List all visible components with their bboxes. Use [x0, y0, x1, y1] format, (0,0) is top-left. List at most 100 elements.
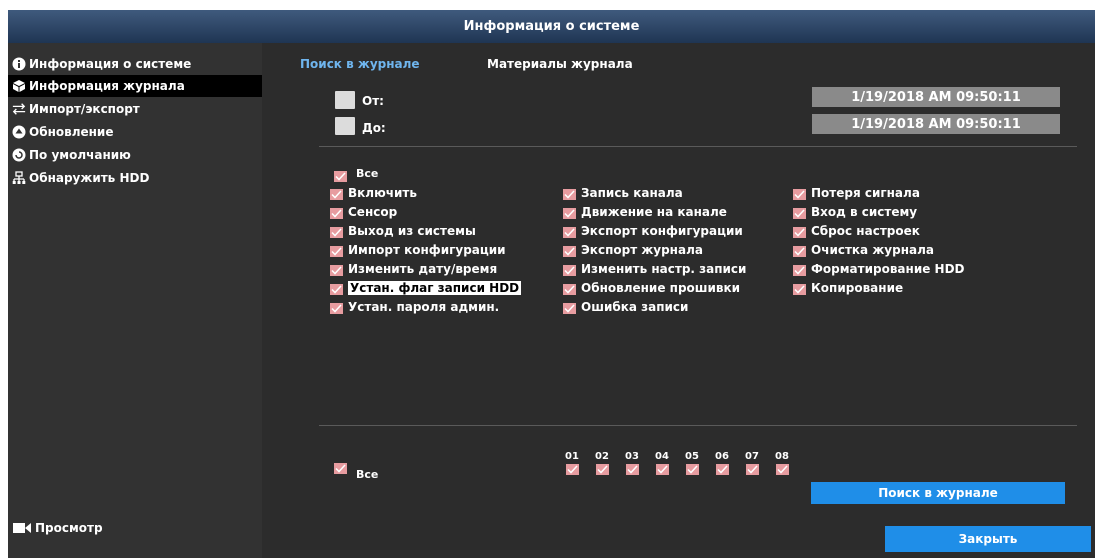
upload-icon: [12, 125, 26, 139]
sidebar-item-label: Обнаружить HDD: [29, 171, 150, 185]
info-icon: [12, 57, 26, 71]
event-checkbox-c3-4[interactable]: [793, 265, 806, 276]
channel-checkbox[interactable]: [716, 464, 729, 475]
event-checkbox-c1-5[interactable]: [330, 284, 343, 295]
from-label: От:: [362, 94, 384, 108]
check-icon: [564, 266, 575, 275]
channel-number: 07: [745, 451, 759, 462]
check-icon: [331, 304, 342, 313]
channel-checkbox[interactable]: [596, 464, 609, 475]
event-checkbox-c3-0[interactable]: [793, 189, 806, 200]
sidebar-item-log-info[interactable]: Информация журнала: [8, 75, 262, 97]
check-icon: [564, 285, 575, 294]
log-search-button[interactable]: Поиск в журнале: [811, 482, 1065, 504]
check-icon: [564, 209, 575, 218]
sidebar-item-import-export[interactable]: Импорт/экспорт: [8, 98, 262, 120]
event-label-c1-6: Устан. пароля админ.: [348, 300, 500, 314]
event-label-c1-5: Устан. флаг записи HDD: [348, 281, 522, 295]
check-icon: [794, 285, 805, 294]
sidebar-item-detect-hdd[interactable]: Обнаружить HDD: [8, 167, 262, 189]
event-checkbox-c3-3[interactable]: [793, 246, 806, 257]
channel-number: 08: [775, 451, 789, 462]
check-icon: [747, 465, 758, 474]
channel-checkbox[interactable]: [566, 464, 579, 475]
check-icon: [331, 266, 342, 275]
check-icon: [331, 209, 342, 218]
to-datetime-field[interactable]: 1/19/2018 AM 09:50:11: [812, 114, 1060, 134]
tab-log-materials[interactable]: Материалы журнала: [487, 57, 633, 71]
event-checkbox-c2-2[interactable]: [563, 227, 576, 238]
event-label-c2-1: Движение на канале: [581, 205, 727, 219]
check-icon: [567, 465, 578, 474]
event-label-c1-1: Сенсор: [348, 205, 398, 219]
event-label-c1-0: Включить: [348, 186, 417, 200]
to-checkbox[interactable]: [335, 117, 355, 135]
channel-number: 01: [565, 451, 579, 462]
reset-icon: [12, 148, 26, 162]
check-icon: [777, 465, 788, 474]
event-checkbox-c1-4[interactable]: [330, 265, 343, 276]
event-checkbox-c1-0[interactable]: [330, 189, 343, 200]
from-checkbox[interactable]: [335, 91, 355, 109]
import-export-arrows-icon: [12, 102, 26, 116]
sidebar-item-default[interactable]: По умолчанию: [8, 144, 262, 166]
event-checkbox-c1-6[interactable]: [330, 303, 343, 314]
check-icon: [657, 465, 668, 474]
check-icon: [794, 209, 805, 218]
check-icon: [331, 190, 342, 199]
event-label-c2-5: Обновление прошивки: [581, 281, 741, 295]
check-icon: [335, 464, 346, 473]
event-checkbox-c3-1[interactable]: [793, 208, 806, 219]
close-button[interactable]: Закрыть: [885, 526, 1091, 552]
preview-label: Просмотр: [35, 521, 103, 535]
event-label-c3-3: Очистка журнала: [811, 243, 934, 257]
to-label: До:: [362, 121, 386, 135]
sidebar-item-label: По умолчанию: [29, 148, 131, 162]
event-label-c2-6: Ошибка записи: [581, 300, 689, 314]
event-all-checkbox[interactable]: [334, 171, 347, 182]
check-icon: [564, 304, 575, 313]
channel-checkbox[interactable]: [626, 464, 639, 475]
event-label-c3-4: Форматирование HDD: [811, 262, 965, 276]
check-icon: [335, 172, 346, 181]
channel-all-checkbox[interactable]: [334, 463, 347, 474]
event-label-c2-3: Экспорт журнала: [581, 243, 703, 257]
event-checkbox-c3-2[interactable]: [793, 227, 806, 238]
event-checkbox-c2-4[interactable]: [563, 265, 576, 276]
preview-button[interactable]: Просмотр: [8, 517, 262, 539]
event-checkbox-c2-6[interactable]: [563, 303, 576, 314]
network-hdd-icon: [12, 171, 26, 185]
channel-checkbox[interactable]: [656, 464, 669, 475]
main-panel: Поиск в журнале Материалы журнала От: До…: [262, 43, 1095, 558]
check-icon: [794, 228, 805, 237]
tab-log-search[interactable]: Поиск в журнале: [300, 57, 420, 71]
check-icon: [564, 247, 575, 256]
event-all-label: Все: [356, 167, 379, 180]
event-checkbox-c3-5[interactable]: [793, 284, 806, 295]
event-checkbox-c2-3[interactable]: [563, 246, 576, 257]
from-datetime-field[interactable]: 1/19/2018 AM 09:50:11: [812, 87, 1060, 107]
channel-checkbox[interactable]: [776, 464, 789, 475]
channel-checkbox[interactable]: [746, 464, 759, 475]
channel-number: 03: [625, 451, 639, 462]
event-checkbox-c2-0[interactable]: [563, 189, 576, 200]
channel-checkbox[interactable]: [686, 464, 699, 475]
check-icon: [794, 190, 805, 199]
event-label-c3-0: Потеря сигнала: [811, 186, 920, 200]
sidebar-item-label: Импорт/экспорт: [29, 102, 140, 116]
check-icon: [331, 247, 342, 256]
event-label-c1-2: Выход из системы: [348, 224, 476, 238]
event-label-c1-4: Изменить дату/время: [348, 262, 498, 276]
sidebar: Информация о системе Информация журнала …: [8, 43, 262, 558]
sidebar-item-update[interactable]: Обновление: [8, 121, 262, 143]
sidebar-item-system-info[interactable]: Информация о системе: [8, 53, 262, 75]
event-checkbox-c2-1[interactable]: [563, 208, 576, 219]
event-checkbox-c1-2[interactable]: [330, 227, 343, 238]
check-icon: [794, 266, 805, 275]
event-checkbox-c1-1[interactable]: [330, 208, 343, 219]
event-checkbox-c2-5[interactable]: [563, 284, 576, 295]
check-icon: [331, 285, 342, 294]
event-checkbox-c1-3[interactable]: [330, 246, 343, 257]
channel-number: 02: [595, 451, 609, 462]
event-label-c3-5: Копирование: [811, 281, 904, 295]
